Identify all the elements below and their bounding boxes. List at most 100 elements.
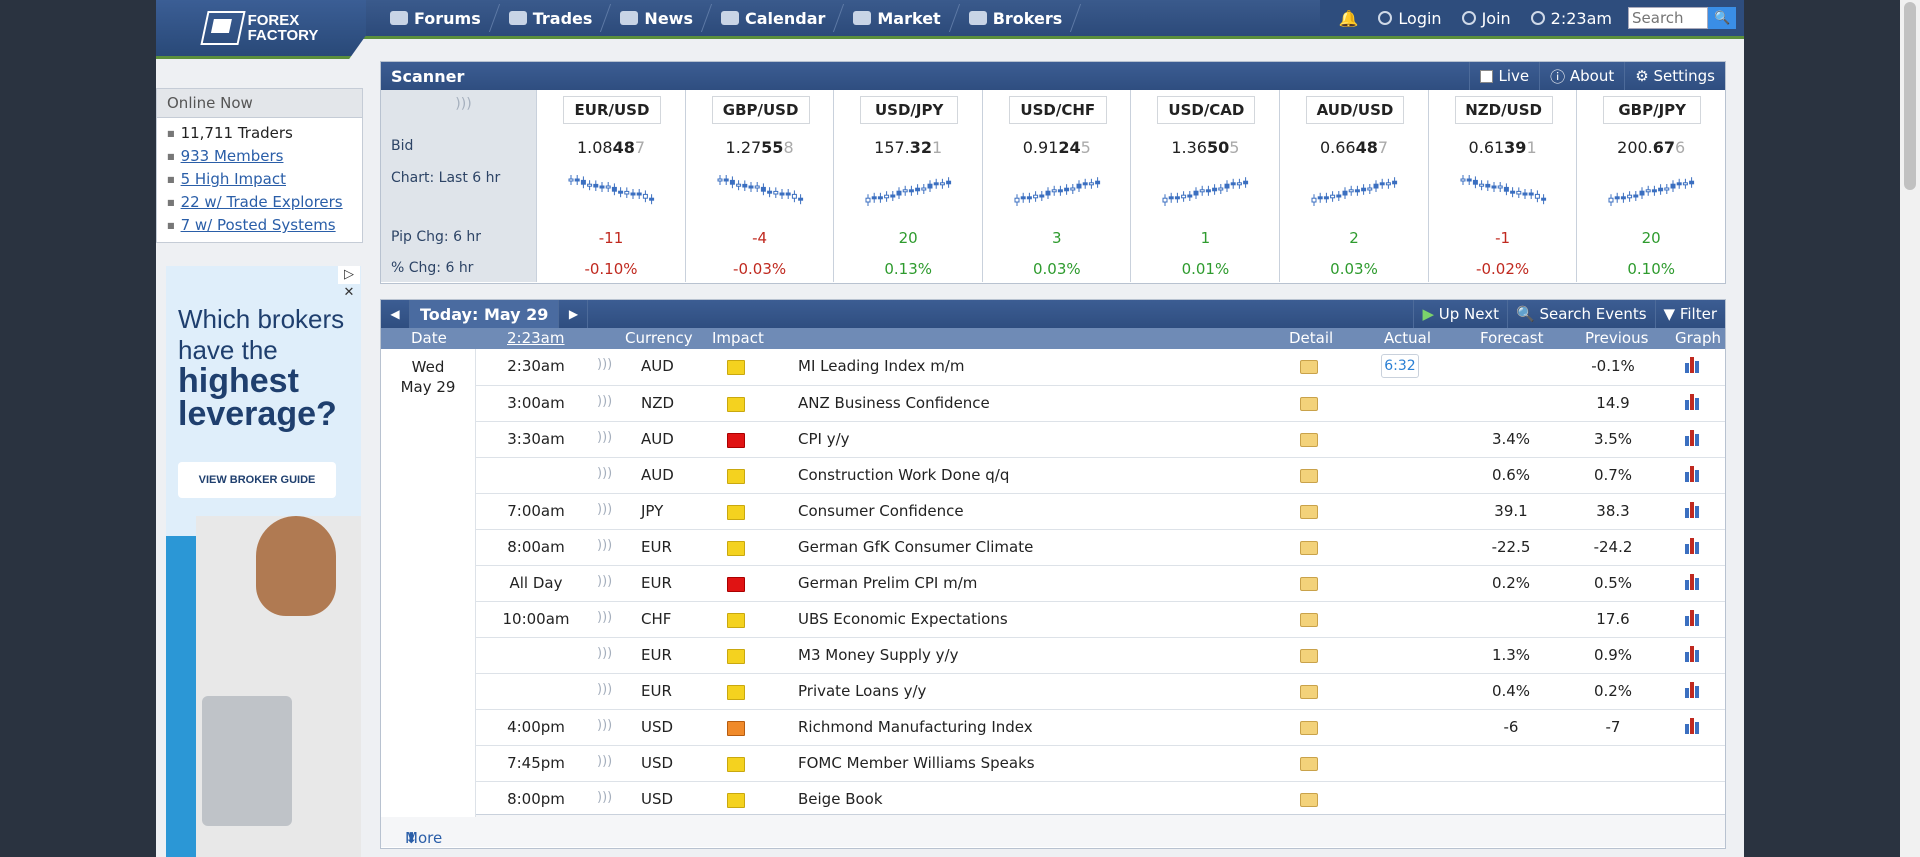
actual-countdown[interactable]: 6:32 (1381, 354, 1419, 378)
pair-name[interactable]: EUR/USD (563, 96, 661, 124)
sound-alert-icon[interactable]: ))) (597, 502, 612, 517)
about-button[interactable]: ⓘ About (1539, 62, 1624, 90)
event-row[interactable]: 8:00pm))) USD Beige Book (381, 781, 1725, 818)
event-title[interactable]: FOMC Member Williams Speaks (798, 754, 1035, 772)
event-title[interactable]: MI Leading Index m/m (798, 357, 964, 375)
pair-name[interactable]: USD/JPY (860, 96, 959, 124)
sound-alert-icon[interactable]: ))) (597, 538, 612, 553)
event-row[interactable]: 7:45pm))) USD FOMC Member Williams Speaks (381, 745, 1725, 782)
sound-alert-icon[interactable]: ))) (597, 754, 612, 769)
detail-folder-icon[interactable] (1300, 721, 1318, 735)
today-label[interactable]: Today: May 29 (410, 300, 559, 328)
graph-icon[interactable] (1685, 357, 1703, 373)
event-title[interactable]: CPI y/y (798, 430, 850, 448)
event-title[interactable]: German GfK Consumer Climate (798, 538, 1033, 556)
candlestick-chart[interactable] (862, 162, 954, 222)
ad-cta-button[interactable]: VIEW BROKER GUIDE (178, 462, 336, 498)
detail-folder-icon[interactable] (1300, 577, 1318, 591)
online-trade-explorers-link[interactable]: 22 w/ Trade Explorers (181, 193, 343, 211)
event-title[interactable]: Construction Work Done q/q (798, 466, 1009, 484)
event-row[interactable]: 4:00pm))) USD Richmond Manufacturing Index… (381, 709, 1725, 746)
detail-folder-icon[interactable] (1300, 541, 1318, 555)
online-posted-systems-link[interactable]: 7 w/ Posted Systems (181, 216, 336, 234)
header-time[interactable]: 2:23am (507, 329, 565, 347)
pair-name[interactable]: GBP/USD (711, 96, 810, 124)
pair-name[interactable]: USD/CAD (1157, 96, 1256, 124)
graph-icon[interactable] (1685, 574, 1703, 590)
event-row[interactable]: 3:00am))) NZD ANZ Business Confidence 14.9 (381, 385, 1725, 422)
nav-market[interactable]: Market (839, 0, 954, 36)
candlestick-chart[interactable] (1011, 162, 1103, 222)
event-row[interactable]: ))) EUR M3 Money Supply y/y 1.3% 0.9% (381, 637, 1725, 674)
sound-alert-icon[interactable]: ))) (597, 682, 612, 697)
impact-icon[interactable] (727, 469, 745, 484)
impact-icon[interactable] (727, 757, 745, 772)
online-members-link[interactable]: 933 Members (181, 147, 284, 165)
event-title[interactable]: Richmond Manufacturing Index (798, 718, 1033, 736)
impact-icon[interactable] (727, 433, 745, 448)
clock-time[interactable]: 2:23am (1521, 9, 1622, 28)
pair-name[interactable]: NZD/USD (1454, 96, 1553, 124)
notifications-bell-icon[interactable]: 🔔 (1328, 9, 1368, 28)
impact-icon[interactable] (727, 360, 745, 375)
graph-icon[interactable] (1685, 646, 1703, 662)
detail-folder-icon[interactable] (1300, 757, 1318, 771)
event-row[interactable]: 2:30am))) AUD MI Leading Index m/m -0.1% (381, 349, 1725, 385)
graph-icon[interactable] (1685, 718, 1703, 734)
search-button[interactable]: 🔍 (1708, 7, 1736, 29)
nav-brokers[interactable]: Brokers (955, 0, 1077, 36)
settings-button[interactable]: ⚙ Settings (1624, 62, 1725, 90)
up-next-button[interactable]: ▶ Up Next (1413, 300, 1507, 328)
impact-icon[interactable] (727, 541, 745, 556)
event-title[interactable]: Beige Book (798, 790, 883, 808)
graph-icon[interactable] (1685, 682, 1703, 698)
next-day-icon[interactable]: ▶ (558, 300, 589, 328)
event-title[interactable]: M3 Money Supply y/y (798, 646, 958, 664)
graph-icon[interactable] (1685, 394, 1703, 410)
detail-folder-icon[interactable] (1300, 433, 1318, 447)
event-title[interactable]: German Prelim CPI m/m (798, 574, 977, 592)
sound-alert-icon[interactable]: ))) (597, 394, 612, 409)
detail-folder-icon[interactable] (1300, 685, 1318, 699)
impact-icon[interactable] (727, 397, 745, 412)
impact-icon[interactable] (727, 613, 745, 628)
sound-alert-icon[interactable]: ))) (597, 430, 612, 445)
event-row[interactable]: 7:00am))) JPY Consumer Confidence 39.1 38.3 (381, 493, 1725, 530)
nav-news[interactable]: News (606, 0, 707, 36)
candlestick-chart[interactable] (1605, 162, 1697, 222)
detail-folder-icon[interactable] (1300, 613, 1318, 627)
filter-button[interactable]: ▼ Filter (1654, 300, 1725, 328)
search-events-button[interactable]: 🔍 Search Events (1506, 300, 1655, 328)
ad-close-icon[interactable]: ▷ ✕ (338, 266, 360, 300)
detail-folder-icon[interactable] (1300, 793, 1318, 807)
event-title[interactable]: Private Loans y/y (798, 682, 926, 700)
sound-alert-icon[interactable]: ))) (597, 610, 612, 625)
candlestick-chart[interactable] (1308, 162, 1400, 222)
sound-alert-icon[interactable]: ))) (597, 718, 612, 733)
sound-alert-icon[interactable]: ))) (597, 466, 612, 481)
event-row[interactable]: ))) AUD Construction Work Done q/q 0.6% 0.7% (381, 457, 1725, 494)
nav-forums[interactable]: Forums (376, 0, 495, 36)
sound-alert-icon[interactable]: ))) (597, 790, 612, 805)
impact-icon[interactable] (727, 685, 745, 700)
nav-calendar[interactable]: Calendar (707, 0, 839, 36)
graph-icon[interactable] (1685, 466, 1703, 482)
detail-folder-icon[interactable] (1300, 649, 1318, 663)
scanner-sound-icon[interactable]: ))) (381, 96, 536, 112)
impact-icon[interactable] (727, 793, 745, 808)
candlestick-chart[interactable] (1159, 162, 1251, 222)
login-link[interactable]: Login (1368, 9, 1451, 28)
prev-day-icon[interactable]: ◀ (381, 300, 410, 328)
detail-folder-icon[interactable] (1300, 469, 1318, 483)
impact-icon[interactable] (727, 505, 745, 520)
detail-folder-icon[interactable] (1300, 360, 1318, 374)
candlestick-chart[interactable] (1457, 162, 1549, 222)
advertisement[interactable]: Which brokers have the highest leverage?… (166, 266, 361, 857)
graph-icon[interactable] (1685, 502, 1703, 518)
impact-icon[interactable] (727, 721, 745, 736)
detail-folder-icon[interactable] (1300, 397, 1318, 411)
candlestick-chart[interactable] (714, 162, 806, 222)
nav-trades[interactable]: Trades (495, 0, 607, 36)
pair-name[interactable]: USD/CHF (1008, 96, 1107, 124)
sound-alert-icon[interactable]: ))) (597, 574, 612, 589)
